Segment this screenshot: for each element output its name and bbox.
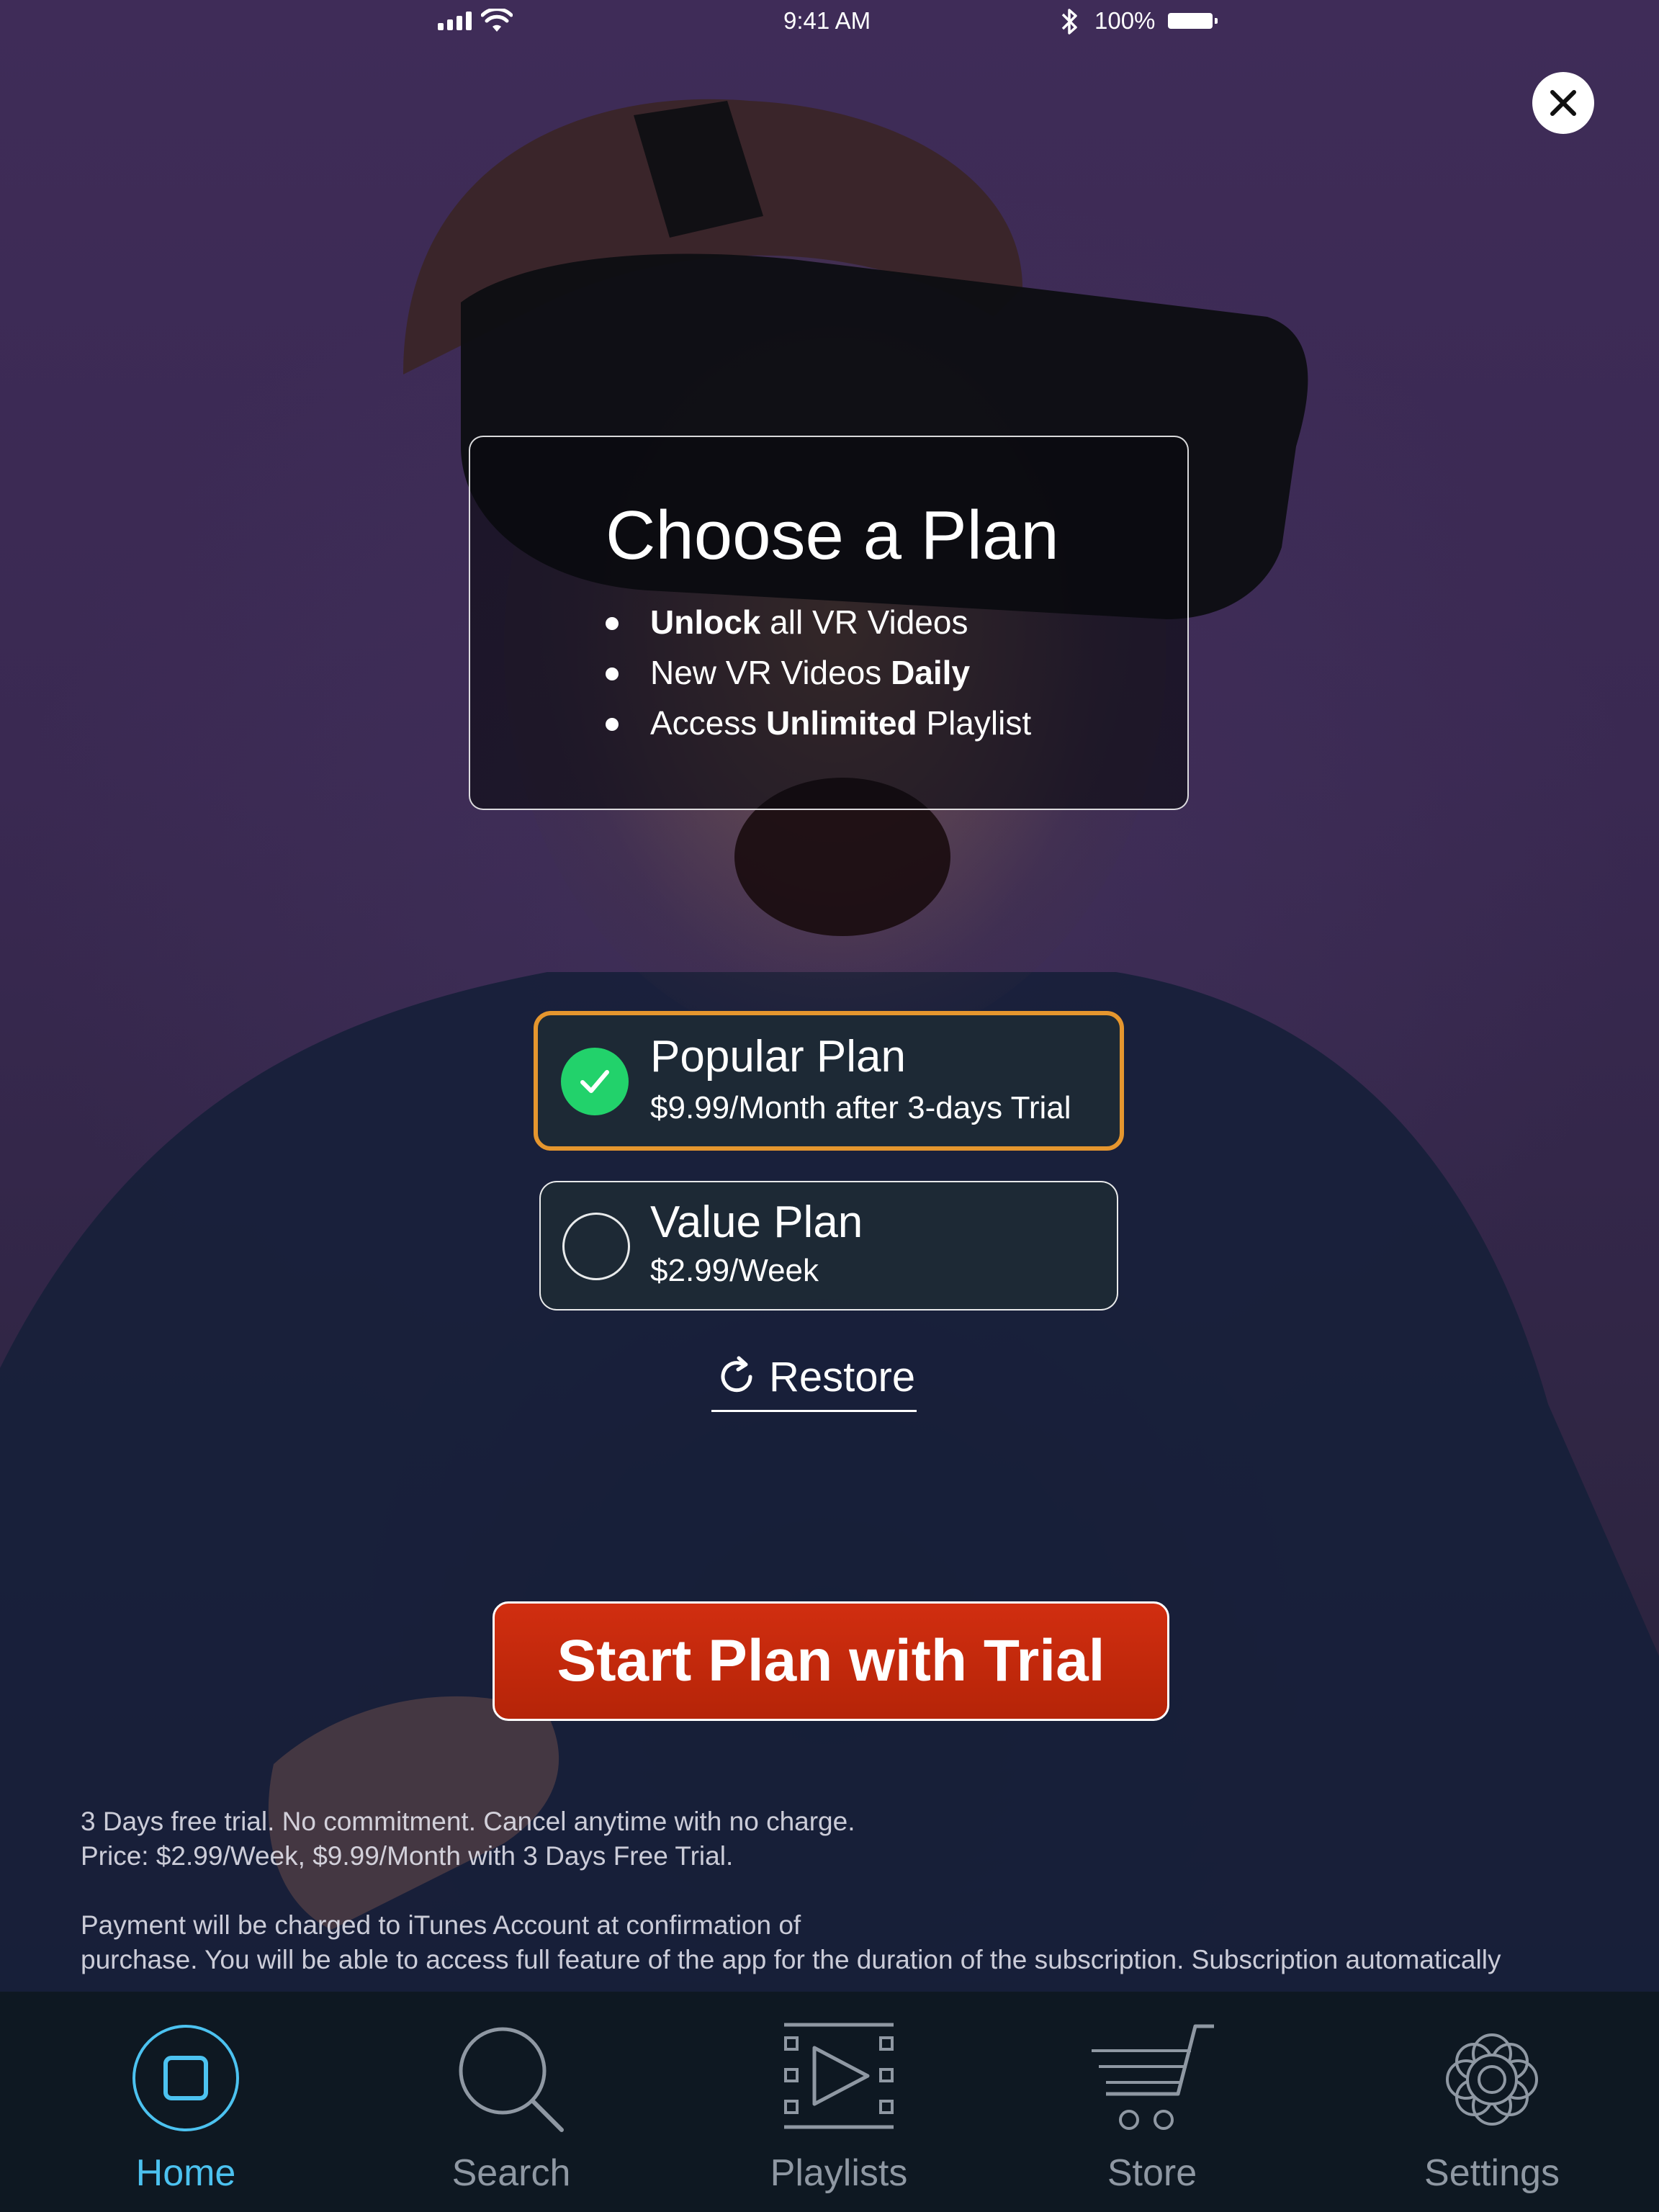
plan-option-popular[interactable]: Popular Plan $9.99/Month after 3-days Tr… <box>534 1011 1124 1151</box>
feature-text: New VR Videos <box>650 654 891 691</box>
start-plan-button[interactable]: Start Plan with Trial <box>493 1601 1169 1721</box>
status-time: 9:41 AM <box>783 7 871 34</box>
legal-text-payment: Payment will be charged to iTunes Accoun… <box>81 1908 1629 1977</box>
radio-selected[interactable] <box>561 1048 629 1115</box>
tab-label: Settings <box>1424 2152 1560 2194</box>
signal-icon <box>438 10 472 30</box>
plan-option-value[interactable]: Value Plan $2.99/Week <box>539 1181 1118 1310</box>
restore-label: Restore <box>769 1353 916 1401</box>
feature-item: New VR Videos Daily <box>606 647 1031 698</box>
page-title: Choose a Plan <box>606 497 1059 574</box>
feature-strong: Unlimited <box>766 704 917 742</box>
legal-text-trial: 3 Days free trial. No commitment. Cancel… <box>81 1804 1629 1874</box>
refresh-icon <box>721 1356 752 1393</box>
gear-icon <box>1446 2033 1538 2126</box>
plan-name: Popular Plan <box>650 1032 907 1082</box>
tab-home[interactable]: Home <box>78 1992 294 2212</box>
legal-line: Price: $2.99/Week, $9.99/Month with 3 Da… <box>81 1841 734 1871</box>
feature-item: Unlock all VR Videos <box>606 597 1031 647</box>
feature-list: Unlock all VR Videos New VR Videos Daily… <box>606 597 1031 748</box>
search-icon <box>459 2027 564 2132</box>
plan-price: $9.99/Month after 3-days Trial <box>650 1090 1071 1125</box>
tab-label: Home <box>135 2152 236 2194</box>
battery-percent: 100% <box>1094 7 1156 34</box>
feature-item: Access Unlimited Playlist <box>606 698 1031 748</box>
close-icon <box>1550 90 1576 116</box>
cart-icon <box>1092 2024 1214 2130</box>
checkmark-icon <box>580 1070 609 1093</box>
feature-text: Playlist <box>917 704 1032 742</box>
plan-price: $2.99/Week <box>650 1253 819 1288</box>
feature-strong: Daily <box>891 654 971 691</box>
tab-label: Store <box>1107 2152 1197 2194</box>
tab-store[interactable]: Store <box>1044 1992 1260 2212</box>
tab-label: Playlists <box>770 2152 908 2194</box>
playlists-icon <box>784 2023 894 2129</box>
radio-unselected[interactable] <box>562 1213 630 1280</box>
restore-link[interactable]: Restore <box>711 1348 917 1412</box>
feature-text: Access <box>650 704 767 742</box>
close-button[interactable] <box>1532 72 1594 134</box>
feature-text: all VR Videos <box>760 603 968 641</box>
home-icon <box>132 2025 239 2131</box>
tab-playlists[interactable]: Playlists <box>731 1992 947 2212</box>
legal-line: 3 Days free trial. No commitment. Cancel… <box>81 1807 855 1836</box>
tab-bar: Home Search Playlists Store Settings <box>0 1992 1659 2212</box>
legal-line: Payment will be charged to iTunes Accoun… <box>81 1910 801 1940</box>
tab-search[interactable]: Search <box>403 1992 619 2212</box>
tab-settings[interactable]: Settings <box>1384 1992 1600 2212</box>
feature-strong: Unlock <box>650 603 761 641</box>
plan-info-card: Choose a Plan Unlock all VR Videos New V… <box>469 436 1189 810</box>
legal-line: purchase. You will be able to access ful… <box>81 1945 1501 1974</box>
tab-label: Search <box>451 2152 571 2194</box>
wifi-icon <box>481 9 513 32</box>
bluetooth-icon <box>1061 9 1077 35</box>
plan-name: Value Plan <box>650 1197 863 1247</box>
status-bar: 9:41 AM 100% <box>0 0 1659 43</box>
battery-icon <box>1168 13 1218 29</box>
